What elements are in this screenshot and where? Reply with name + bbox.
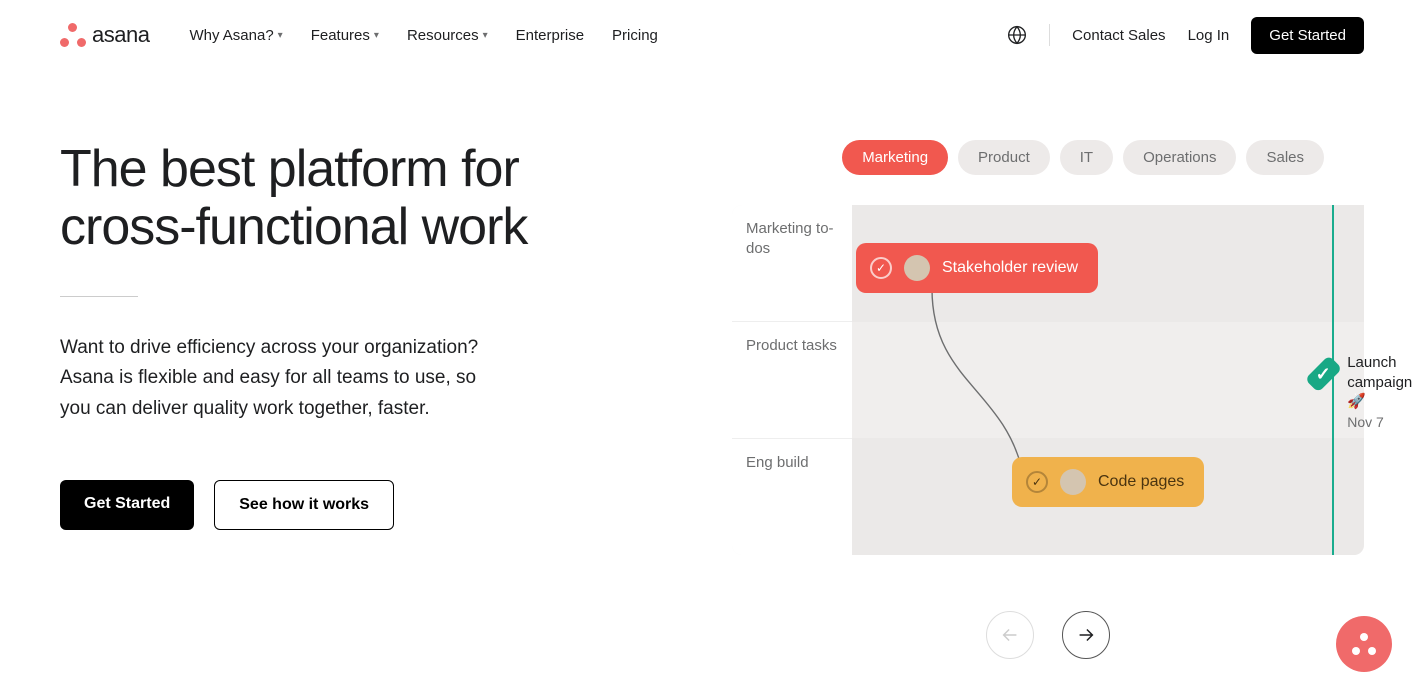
tab-it[interactable]: IT [1060,140,1113,175]
hero-section: The best platform for cross-functional w… [0,70,1424,659]
nav-why-asana[interactable]: Why Asana?▾ [189,27,282,44]
tab-marketing[interactable]: Marketing [842,140,948,175]
site-header: asana Why Asana?▾ Features▾ Resources▾ E… [0,0,1424,70]
section-label: Product tasks [732,322,852,439]
nav-resources[interactable]: Resources▾ [407,27,488,44]
logo-icon [60,23,86,47]
avatar [1060,469,1086,495]
arrow-left-icon [999,624,1021,646]
chevron-down-icon: ▾ [374,30,379,41]
timeline-preview: Marketing to-dos Product tasks Eng build… [732,205,1364,555]
prev-button[interactable] [986,611,1034,659]
tab-product[interactable]: Product [958,140,1050,175]
section-label: Eng build [732,439,852,555]
header-actions: Contact Sales Log In Get Started [1007,17,1364,54]
primary-nav: Why Asana?▾ Features▾ Resources▾ Enterpr… [189,27,657,44]
brand-name: asana [92,22,149,48]
divider [60,296,138,297]
nav-enterprise[interactable]: Enterprise [516,27,584,44]
logo-icon [1352,633,1376,655]
hero-copy: The best platform for cross-functional w… [60,140,620,659]
hero-description: Want to drive efficiency across your org… [60,333,500,423]
tab-operations[interactable]: Operations [1123,140,1236,175]
tab-sales[interactable]: Sales [1246,140,1324,175]
avatar [904,255,930,281]
task-card-stakeholder[interactable]: ✓ Stakeholder review [856,243,1098,293]
chevron-down-icon: ▾ [483,30,488,41]
timeline-body: ✓ Stakeholder review ✓ Code pages ✓ Laun… [852,205,1364,555]
brand-logo[interactable]: asana [60,22,149,48]
contact-sales-link[interactable]: Contact Sales [1072,27,1165,44]
get-started-button[interactable]: Get Started [60,480,194,530]
carousel-pager [732,611,1364,659]
milestone[interactable]: ✓ Launch campaign 🚀 Nov 7 [1314,357,1424,430]
milestone-date: Nov 7 [1347,414,1424,430]
divider [1049,24,1050,46]
header-cta-button[interactable]: Get Started [1251,17,1364,54]
globe-icon[interactable] [1007,25,1027,45]
task-card-code[interactable]: ✓ Code pages [1012,457,1204,507]
hero-title: The best platform for cross-functional w… [60,140,620,256]
timeline-sections: Marketing to-dos Product tasks Eng build [732,205,852,555]
department-tabs: Marketing Product IT Operations Sales [842,140,1364,175]
see-how-button[interactable]: See how it works [214,480,394,530]
section-label: Marketing to-dos [732,205,852,322]
next-button[interactable] [1062,611,1110,659]
task-title: Stakeholder review [942,259,1078,277]
chevron-down-icon: ▾ [278,30,283,41]
milestone-title: Launch campaign 🚀 [1347,353,1424,412]
nav-pricing[interactable]: Pricing [612,27,658,44]
nav-features[interactable]: Features▾ [311,27,379,44]
hero-visual: Marketing Product IT Operations Sales Ma… [660,140,1364,659]
arrow-right-icon [1075,624,1097,646]
check-circle-icon: ✓ [1026,471,1048,493]
check-circle-icon: ✓ [870,257,892,279]
task-title: Code pages [1098,473,1184,491]
login-link[interactable]: Log In [1188,27,1230,44]
help-fab[interactable] [1336,616,1392,672]
hero-cta-group: Get Started See how it works [60,480,620,530]
